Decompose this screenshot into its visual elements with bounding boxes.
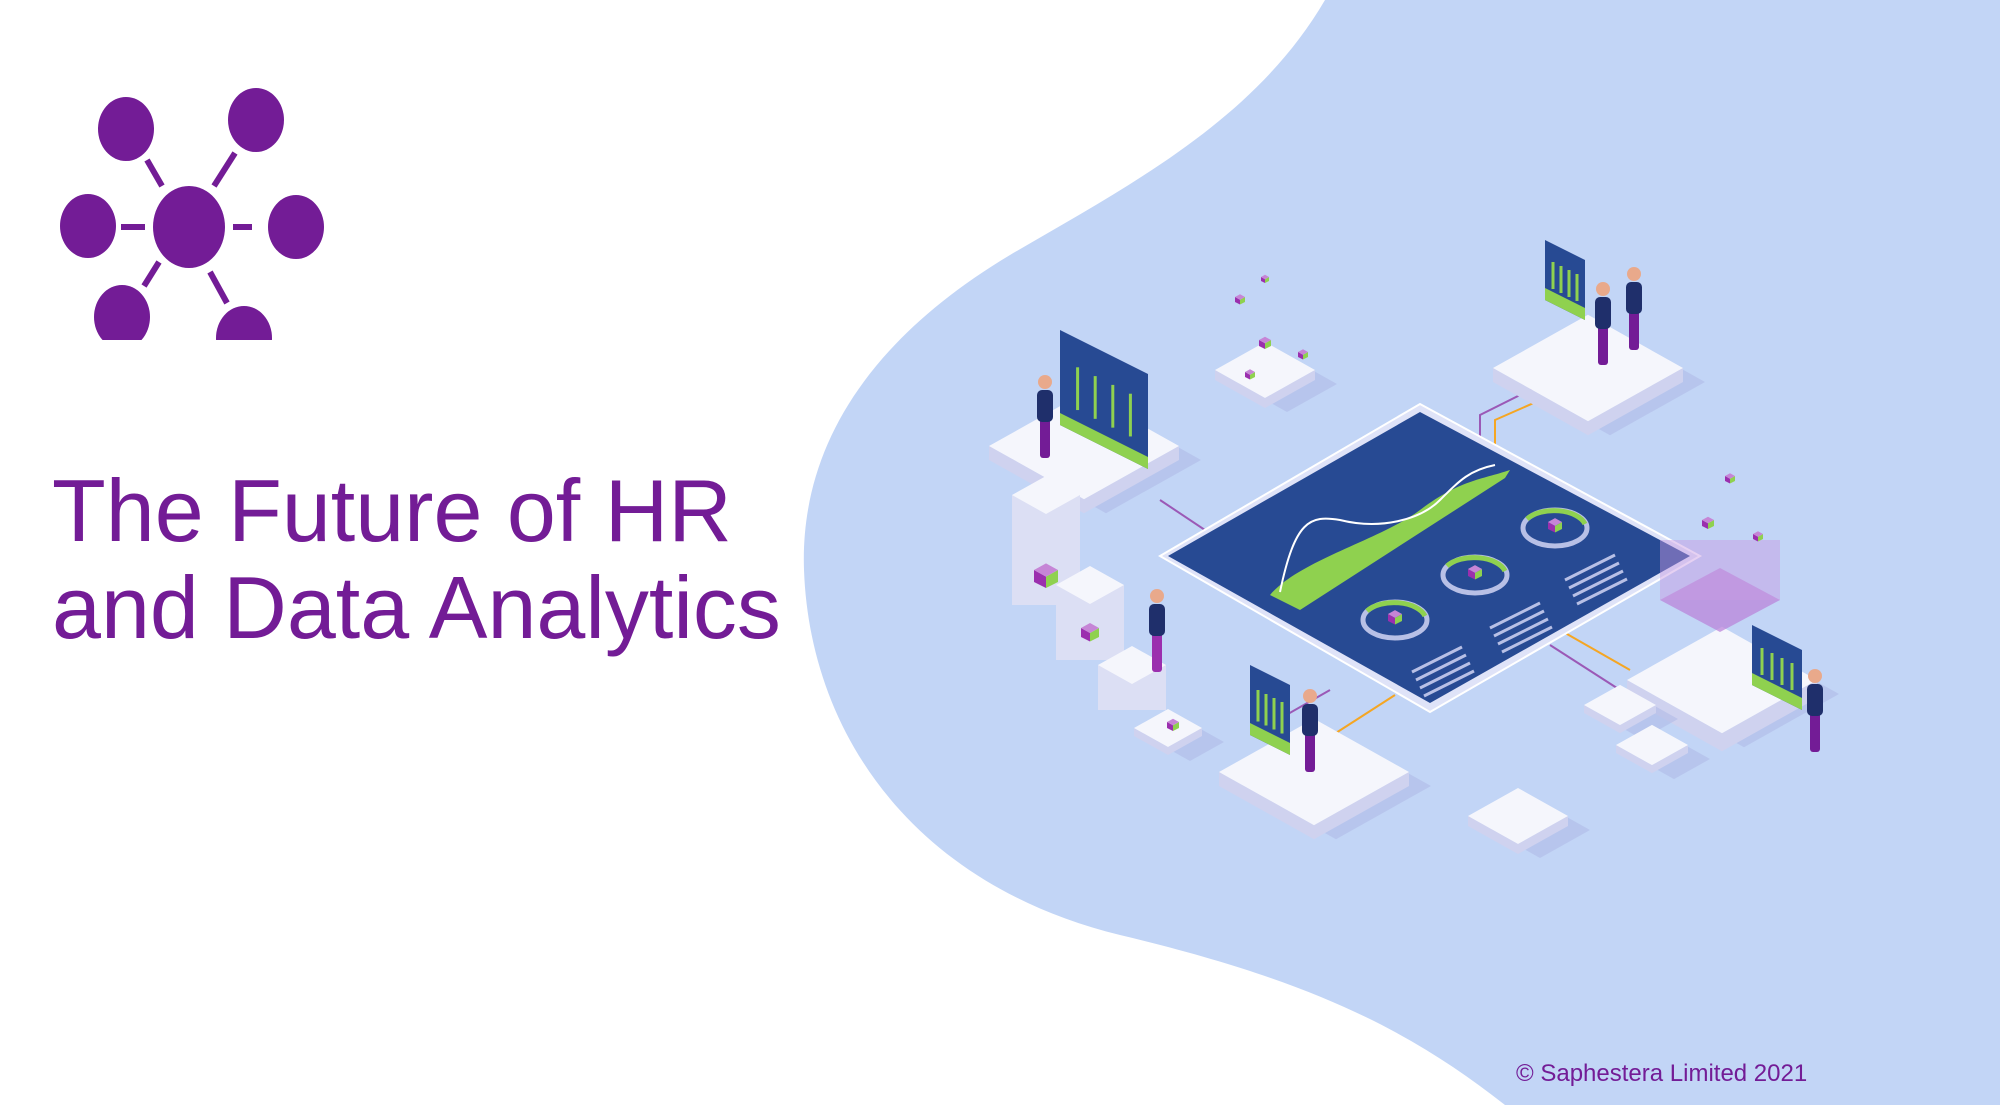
cube-icon — [1298, 349, 1308, 360]
person-legs — [1040, 418, 1050, 458]
platform-small-top — [1215, 342, 1337, 412]
platform-bottom — [1219, 718, 1431, 840]
person-legs — [1305, 732, 1315, 772]
person-body — [1302, 704, 1318, 736]
connector-line — [1549, 644, 1621, 691]
cube-icon — [1235, 294, 1245, 305]
person-head — [1303, 689, 1317, 703]
copyright-text: © Saphestera Limited 2021 — [1516, 1060, 1808, 1087]
person-legs — [1810, 712, 1820, 752]
person-body — [1595, 297, 1611, 329]
person-body — [1037, 390, 1053, 422]
cube-icon — [1725, 473, 1735, 484]
platform-step — [1134, 708, 1224, 762]
person-head — [1808, 669, 1822, 683]
person-legs — [1152, 632, 1162, 672]
glass-box — [1660, 540, 1780, 600]
person-legs — [1629, 310, 1639, 350]
person-legs — [1598, 325, 1608, 365]
cube-icon — [1702, 516, 1714, 529]
person-body — [1149, 604, 1165, 636]
person-head — [1596, 282, 1610, 296]
cube-icon — [1261, 274, 1269, 283]
column-block — [1056, 566, 1124, 660]
monitor-screen — [1250, 665, 1290, 755]
monitor-screen — [1545, 240, 1585, 320]
platform-small-bottom — [1468, 788, 1590, 858]
connector-line — [1559, 629, 1631, 671]
person-head — [1038, 375, 1052, 389]
person-head — [1150, 589, 1164, 603]
person-head — [1627, 267, 1641, 281]
analytics-illustration — [989, 240, 1839, 858]
person-body — [1807, 684, 1823, 716]
cube-icon — [1753, 531, 1763, 542]
person-body — [1626, 282, 1642, 314]
